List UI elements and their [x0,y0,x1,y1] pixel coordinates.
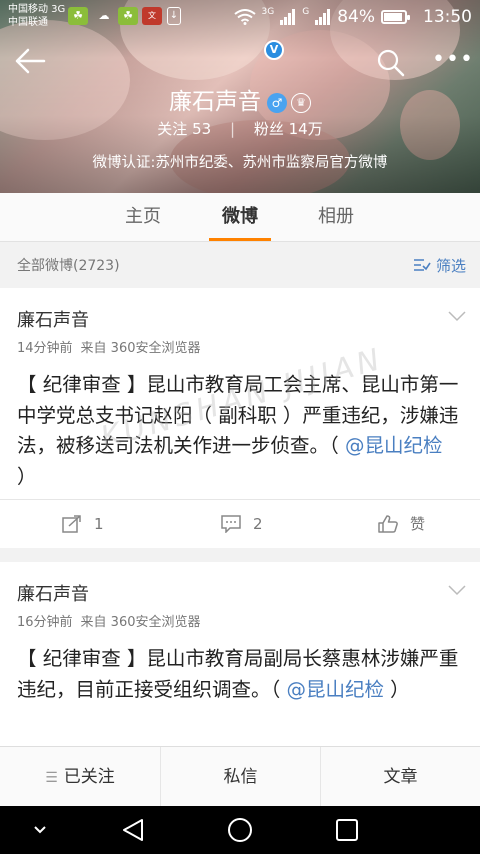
profile-name: 廉石声音 [169,89,261,115]
post-text: 【 纪律审查 】昆山市教育局工会主席、昆山市第一中学党总支书记赵阳（ 副科职 ）… [17,370,467,492]
article-button[interactable]: 文章 [320,747,480,807]
post-source: 来自 360安全浏览器 [80,341,201,356]
carrier-info: 中国移动 3G 中国联通 [8,3,65,29]
post-card[interactable]: 廉石声音 14分钟前 来自 360安全浏览器 【 纪律审查 】昆山市教育局工会主席… [0,288,480,548]
clock: 13:50 [423,7,472,27]
mention-link[interactable]: @昆山纪检 [286,678,384,701]
post-card[interactable]: 廉石声音 16分钟前 来自 360安全浏览器 【 纪律审查 】昆山市教育局副局长蔡… [0,562,480,762]
more-icon: ••• [432,47,474,72]
followers-link[interactable]: 粉丝 14万 [254,120,323,138]
tab-label: 相册 [318,206,354,227]
post-author[interactable]: 廉石声音 [17,306,89,332]
verification-text: 微博认证:苏州市纪委、苏州市监察局官方微博 [92,155,388,171]
post-source: 来自 360安全浏览器 [80,615,201,630]
message-button[interactable]: 私信 [160,747,320,807]
battery-icon [381,10,410,24]
filter-icon [414,259,431,271]
nav-hide-button[interactable] [10,806,70,854]
tab-album[interactable]: 相册 [296,193,376,242]
tab-home[interactable]: 主页 [103,193,183,242]
followed-label: 已关注 [63,767,115,787]
filter-button[interactable]: 筛选 [413,243,466,290]
carrier-1: 中国移动 3G [8,4,66,15]
circle-home-icon [228,818,252,842]
network-g: G [302,7,310,17]
following-link[interactable]: 关注 53 [157,120,211,138]
active-tab-indicator [209,238,271,241]
article-label: 文章 [383,767,418,787]
profile-stats: 关注 53 | 粉丝 14万 [0,118,480,139]
like-button[interactable]: 赞 [378,500,425,548]
comment-button[interactable]: 2 [221,500,263,548]
chevron-down-icon[interactable] [448,310,466,322]
nav-recents-button[interactable] [317,806,377,854]
tab-weibo[interactable]: 微博 [200,193,280,242]
signal-icon [315,9,331,25]
filter-row: 全部微博(2723) 筛选 [0,243,480,288]
stats-divider: | [229,120,236,138]
system-nav-bar [0,806,480,854]
back-arrow-icon [15,48,46,74]
weather-icon: ☁ [98,9,110,22]
app-notification-icon: ☘ [68,7,88,25]
battery-percent: 84% [337,7,375,27]
post-meta: 16分钟前 来自 360安全浏览器 [17,611,201,630]
chevron-down-icon[interactable] [448,584,466,596]
nav-back-button[interactable] [103,806,163,854]
search-icon [377,49,405,77]
menu-lines-icon: ☰ [45,770,58,786]
tab-label: 微博 [222,206,258,227]
post-count: 全部微博(2723) [17,258,120,274]
network-3g: 3G [261,7,275,17]
mention-link[interactable]: @昆山纪检 [345,434,443,457]
post-time: 14分钟前 [17,341,73,356]
following-label: 关注 [157,120,188,138]
back-button[interactable] [14,48,50,78]
post-body-end: ） [383,677,410,701]
more-button[interactable]: ••• [432,48,473,78]
followed-button[interactable]: ☰ 已关注 [0,747,160,807]
like-icon [378,515,398,533]
post-text: 【 纪律审查 】昆山市教育局副局长蔡惠林涉嫌严重违纪，目前正接受组织调查。（ @… [17,644,467,705]
post-body-end: ） [17,464,37,488]
following-count: 53 [192,120,212,138]
carrier-2: 中国联通 [8,17,48,28]
wifi-icon [233,9,256,25]
news-app-icon: 文 [142,7,162,25]
bottom-toolbar: ☰ 已关注 私信 文章 [0,746,480,807]
filter-label: 筛选 [435,257,466,275]
triangle-back-icon [123,819,143,841]
square-recents-icon [336,819,358,841]
male-icon: ♂ [267,92,287,113]
profile-name-row: 廉石声音 ♂ ♛ [0,82,480,116]
verified-v-icon: V [264,40,284,60]
status-right: 3G G 84% 13:50 [233,5,472,29]
tab-label: 主页 [125,206,161,227]
repost-icon [62,515,81,533]
status-bar: 中国移动 3G 中国联通 ☘ ☁ ☘ 文 ↓ 3G G 84% 13:50 [0,0,480,34]
message-label: 私信 [223,767,258,787]
app-notification-icon: ☘ [118,7,138,25]
followers-count: 14万 [288,120,323,138]
repost-button[interactable]: 1 [62,500,104,548]
download-icon: ↓ [167,7,181,25]
comment-count: 2 [253,515,263,533]
signal-icon [280,9,296,25]
chevron-down-icon [34,826,46,834]
followers-label: 粉丝 [253,120,284,138]
search-button[interactable] [376,48,406,78]
crown-icon: ♛ [291,92,311,113]
nav-home-button[interactable] [210,806,270,854]
post-author[interactable]: 廉石声音 [17,580,89,606]
profile-header: 中国移动 3G 中国联通 ☘ ☁ ☘ 文 ↓ 3G G 84% 13:50 ••… [0,0,480,193]
post-time: 16分钟前 [17,615,73,630]
comment-icon [221,515,241,533]
post-actions: 1 2 赞 [0,499,480,548]
repost-count: 1 [94,515,104,533]
profile-tabs: 主页 微博 相册 [0,193,480,242]
post-meta: 14分钟前 来自 360安全浏览器 [17,337,201,356]
like-label: 赞 [410,515,426,533]
